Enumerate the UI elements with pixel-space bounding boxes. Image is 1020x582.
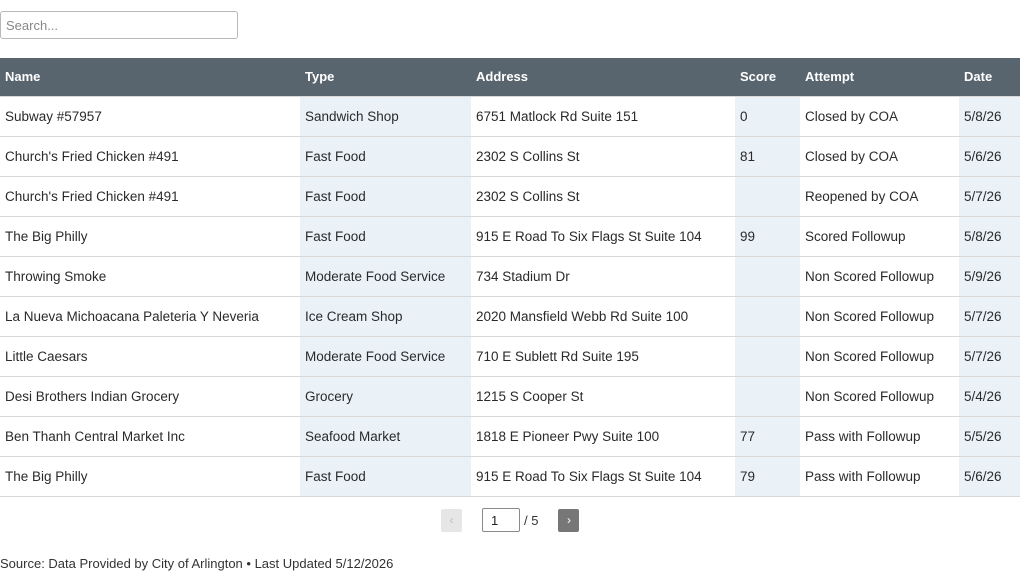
cell-attempt: Non Scored Followup bbox=[800, 336, 959, 377]
table-row: Ben Thanh Central Market Inc Seafood Mark… bbox=[0, 416, 1020, 457]
cell-address: 6751 Matlock Rd Suite 151 bbox=[471, 95, 735, 137]
column-header-date[interactable]: Date bbox=[959, 58, 1020, 96]
cell-date: 5/8/26 bbox=[959, 216, 1020, 257]
search-input[interactable] bbox=[0, 11, 238, 39]
cell-attempt: Pass with Followup bbox=[800, 456, 959, 497]
cell-name: The Big Philly bbox=[0, 216, 300, 257]
column-header-address[interactable]: Address bbox=[471, 58, 735, 96]
cell-date: 5/7/26 bbox=[959, 296, 1020, 337]
table-row: Little Caesars Moderate Food Service 710 E… bbox=[0, 336, 1020, 377]
cell-score bbox=[735, 176, 800, 217]
table-row: The Big Philly Fast Food 915 E Road To Six… bbox=[0, 456, 1020, 497]
cell-date: 5/5/26 bbox=[959, 416, 1020, 457]
cell-name: Church's Fried Chicken #491 bbox=[0, 176, 300, 217]
cell-date: 5/7/26 bbox=[959, 176, 1020, 217]
previous-page-button[interactable]: ‹ bbox=[441, 508, 462, 532]
source-footer: Source: Data Provided by City of Arlingt… bbox=[0, 556, 394, 571]
cell-type: Fast Food bbox=[300, 136, 471, 177]
cell-type: Sandwich Shop bbox=[300, 95, 471, 137]
cell-score bbox=[735, 256, 800, 297]
cell-score bbox=[735, 336, 800, 377]
cell-attempt: Pass with Followup bbox=[800, 416, 959, 457]
cell-address: 915 E Road To Six Flags St Suite 104 bbox=[471, 216, 735, 257]
table-row: Church's Fried Chicken #491 Fast Food 2302… bbox=[0, 136, 1020, 177]
table-row: La Nueva Michoacana Paleteria Y Neveria I… bbox=[0, 296, 1020, 337]
cell-date: 5/9/26 bbox=[959, 256, 1020, 297]
cell-address: 2302 S Collins St bbox=[471, 176, 735, 217]
cell-score: 99 bbox=[735, 216, 800, 257]
cell-type: Fast Food bbox=[300, 216, 471, 257]
cell-name: Subway #57957 bbox=[0, 95, 300, 137]
cell-name: Throwing Smoke bbox=[0, 256, 300, 297]
column-header-attempt[interactable]: Attempt bbox=[800, 58, 959, 96]
table-header-row: Name Type Address Score Attempt Date bbox=[0, 58, 1020, 96]
cell-name: The Big Philly bbox=[0, 456, 300, 497]
page-number-input[interactable] bbox=[482, 508, 520, 532]
cell-type: Ice Cream Shop bbox=[300, 296, 471, 337]
cell-attempt: Reopened by COA bbox=[800, 176, 959, 217]
cell-name: Ben Thanh Central Market Inc bbox=[0, 416, 300, 457]
table-row: Desi Brothers Indian Grocery Grocery 1215 … bbox=[0, 376, 1020, 417]
cell-score bbox=[735, 376, 800, 417]
cell-address: 2302 S Collins St bbox=[471, 136, 735, 177]
column-header-score[interactable]: Score bbox=[735, 58, 800, 96]
cell-score: 81 bbox=[735, 136, 800, 177]
cell-attempt: Non Scored Followup bbox=[800, 376, 959, 417]
cell-attempt: Closed by COA bbox=[800, 95, 959, 137]
cell-attempt: Scored Followup bbox=[800, 216, 959, 257]
cell-name: Little Caesars bbox=[0, 336, 300, 377]
cell-date: 5/7/26 bbox=[959, 336, 1020, 377]
page-total: / 5 bbox=[524, 512, 539, 528]
cell-date: 5/8/26 bbox=[959, 95, 1020, 137]
cell-address: 734 Stadium Dr bbox=[471, 256, 735, 297]
cell-date: 5/4/26 bbox=[959, 376, 1020, 417]
table-row: Church's Fried Chicken #491 Fast Food 2302… bbox=[0, 176, 1020, 217]
cell-score: 77 bbox=[735, 416, 800, 457]
cell-address: 915 E Road To Six Flags St Suite 104 bbox=[471, 456, 735, 497]
column-header-type[interactable]: Type bbox=[300, 58, 471, 96]
next-page-button[interactable]: › bbox=[558, 508, 580, 532]
cell-address: 1818 E Pioneer Pwy Suite 100 bbox=[471, 416, 735, 457]
inspections-table: Name Type Address Score Attempt Date Sub… bbox=[0, 58, 1020, 497]
cell-date: 5/6/26 bbox=[959, 456, 1020, 497]
cell-type: Fast Food bbox=[300, 456, 471, 497]
cell-address: 2020 Mansfield Webb Rd Suite 100 bbox=[471, 296, 735, 337]
cell-date: 5/6/26 bbox=[959, 136, 1020, 177]
pagination: ‹ / 5 › bbox=[441, 508, 580, 532]
cell-type: Moderate Food Service bbox=[300, 256, 471, 297]
cell-score bbox=[735, 296, 800, 337]
cell-attempt: Non Scored Followup bbox=[800, 296, 959, 337]
cell-type: Grocery bbox=[300, 376, 471, 417]
cell-score: 79 bbox=[735, 456, 800, 497]
cell-type: Moderate Food Service bbox=[300, 336, 471, 377]
cell-type: Seafood Market bbox=[300, 416, 471, 457]
table-row: The Big Philly Fast Food 915 E Road To Six… bbox=[0, 216, 1020, 257]
table-row: Subway #57957 Sandwich Shop 6751 Matlock R… bbox=[0, 95, 1020, 137]
cell-attempt: Closed by COA bbox=[800, 136, 959, 177]
cell-score: 0 bbox=[735, 95, 800, 137]
cell-name: La Nueva Michoacana Paleteria Y Neveria bbox=[0, 296, 300, 337]
cell-address: 1215 S Cooper St bbox=[471, 376, 735, 417]
cell-attempt: Non Scored Followup bbox=[800, 256, 959, 297]
table-row: Throwing Smoke Moderate Food Service 734 S… bbox=[0, 256, 1020, 297]
column-header-name[interactable]: Name bbox=[0, 58, 300, 96]
cell-address: 710 E Sublett Rd Suite 195 bbox=[471, 336, 735, 377]
cell-name: Desi Brothers Indian Grocery bbox=[0, 376, 300, 417]
cell-type: Fast Food bbox=[300, 176, 471, 217]
cell-name: Church's Fried Chicken #491 bbox=[0, 136, 300, 177]
